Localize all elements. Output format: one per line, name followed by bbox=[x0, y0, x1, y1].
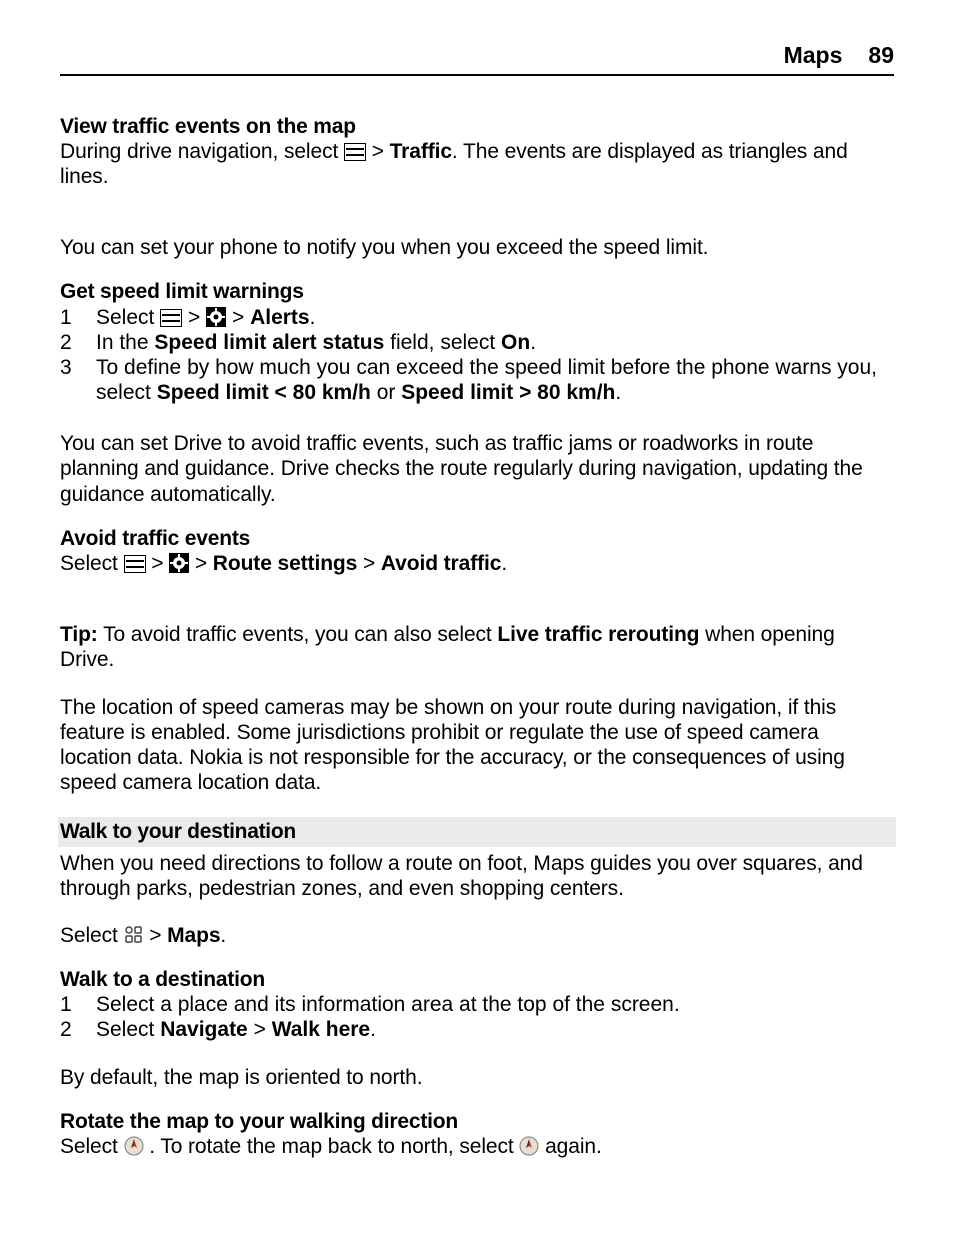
text: Select bbox=[60, 552, 124, 575]
menu-path-walk-here: Walk here bbox=[272, 1018, 370, 1041]
menu-path-alerts: Alerts bbox=[250, 306, 310, 329]
step-item: 3 To define by how much you can exceed t… bbox=[60, 355, 894, 405]
para-speed-cameras: The location of speed cameras may be sho… bbox=[60, 695, 894, 796]
text: To avoid traffic events, you can also se… bbox=[98, 623, 498, 646]
option-live-traffic-rerouting: Live traffic rerouting bbox=[497, 623, 699, 646]
text: or bbox=[371, 381, 401, 404]
heading-rotate-map: Rotate the map to your walking direction bbox=[60, 1109, 894, 1134]
text: . bbox=[615, 381, 621, 404]
step-item: 2 In the Speed limit alert status field,… bbox=[60, 330, 894, 355]
section-bar-walk: Walk to your destination bbox=[58, 817, 896, 846]
step-body: Select > > Alerts. bbox=[96, 305, 894, 330]
apps-grid-icon bbox=[124, 925, 144, 945]
heading-view-traffic-events: View traffic events on the map bbox=[60, 114, 894, 139]
menu-path-route-settings: Route settings bbox=[213, 552, 363, 575]
option-speed-gt-80: Speed limit > 80 km/h bbox=[401, 381, 615, 404]
text: field, select bbox=[384, 331, 501, 354]
gear-icon bbox=[206, 307, 226, 327]
step-body: In the Speed limit alert status field, s… bbox=[96, 330, 894, 355]
text: In the bbox=[96, 331, 154, 354]
text: > bbox=[226, 306, 250, 329]
value-on: On bbox=[501, 331, 530, 354]
text: > bbox=[366, 140, 390, 163]
para-avoid-intro: You can set Drive to avoid traffic event… bbox=[60, 431, 894, 507]
text: > bbox=[144, 924, 168, 947]
text: Select bbox=[60, 1135, 124, 1158]
text: . bbox=[501, 552, 507, 575]
step-body: Select a place and its information area … bbox=[96, 992, 894, 1017]
step-item: 1 Select a place and its information are… bbox=[60, 992, 894, 1017]
page-header: Maps 89 bbox=[60, 42, 894, 76]
text: During drive navigation, select bbox=[60, 140, 344, 163]
step-body: Select Navigate > Walk here. bbox=[96, 1017, 894, 1042]
step-number: 1 bbox=[60, 992, 96, 1017]
step-number: 2 bbox=[60, 1017, 96, 1042]
menu-path-avoid-traffic: Avoid traffic bbox=[381, 552, 501, 575]
option-speed-lt-80: Speed limit < 80 km/h bbox=[157, 381, 371, 404]
menu-path-traffic: Traffic bbox=[390, 140, 452, 163]
para-view-traffic: During drive navigation, select > Traffi… bbox=[60, 139, 894, 189]
heading-avoid-traffic: Avoid traffic events bbox=[60, 526, 894, 551]
heading-speed-limit-warnings: Get speed limit warnings bbox=[60, 279, 894, 304]
text: Select bbox=[60, 924, 124, 947]
text: . bbox=[310, 306, 316, 329]
tip-label: Tip: bbox=[60, 623, 98, 646]
text: Select bbox=[96, 1018, 160, 1041]
para-avoid-traffic-path: Select > > Route settings > Avoid traffi… bbox=[60, 551, 894, 576]
text: > bbox=[189, 552, 213, 575]
step-item: 2 Select Navigate > Walk here. bbox=[60, 1017, 894, 1042]
field-speed-limit-alert-status: Speed limit alert status bbox=[154, 331, 384, 354]
para-walk-intro: When you need directions to follow a rou… bbox=[60, 851, 894, 901]
header-section-title: Maps bbox=[784, 42, 843, 70]
heading-walk-to-destination: Walk to your destination bbox=[60, 820, 296, 843]
step-number: 1 bbox=[60, 305, 96, 330]
steps-speed-limit: 1 Select > > Alerts. 2 In the Speed limi… bbox=[60, 305, 894, 406]
menu-path-navigate: Navigate bbox=[160, 1018, 253, 1041]
app-maps: Maps bbox=[167, 924, 220, 947]
compass-icon bbox=[124, 1136, 144, 1156]
para-speed-limit-intro: You can set your phone to notify you whe… bbox=[60, 235, 894, 260]
step-body: To define by how much you can exceed the… bbox=[96, 355, 894, 405]
gear-icon bbox=[169, 553, 189, 573]
step-number: 3 bbox=[60, 355, 96, 380]
para-rotate-map: Select . To rotate the map back to north… bbox=[60, 1134, 894, 1159]
step-item: 1 Select > > Alerts. bbox=[60, 305, 894, 330]
text: . bbox=[530, 331, 536, 354]
text: . bbox=[370, 1018, 376, 1041]
heading-walk-to-a-destination: Walk to a destination bbox=[60, 967, 894, 992]
text: again. bbox=[539, 1135, 601, 1158]
para-tip: Tip: To avoid traffic events, you can al… bbox=[60, 622, 894, 672]
text: . bbox=[220, 924, 226, 947]
compass-icon bbox=[519, 1136, 539, 1156]
text: Select bbox=[96, 306, 160, 329]
menu-icon bbox=[344, 143, 366, 161]
page-number: 89 bbox=[868, 42, 894, 70]
menu-icon bbox=[160, 309, 182, 327]
step-number: 2 bbox=[60, 330, 96, 355]
text: > bbox=[182, 306, 206, 329]
steps-walk: 1 Select a place and its information are… bbox=[60, 992, 894, 1042]
text: . To rotate the map back to north, selec… bbox=[144, 1135, 520, 1158]
para-select-maps: Select > Maps. bbox=[60, 923, 894, 948]
page: Maps 89 View traffic events on the map D… bbox=[0, 0, 954, 1258]
menu-icon bbox=[124, 555, 146, 573]
para-north-default: By default, the map is oriented to north… bbox=[60, 1065, 894, 1090]
text: > bbox=[254, 1018, 272, 1041]
text: > bbox=[363, 552, 381, 575]
text: > bbox=[146, 552, 170, 575]
